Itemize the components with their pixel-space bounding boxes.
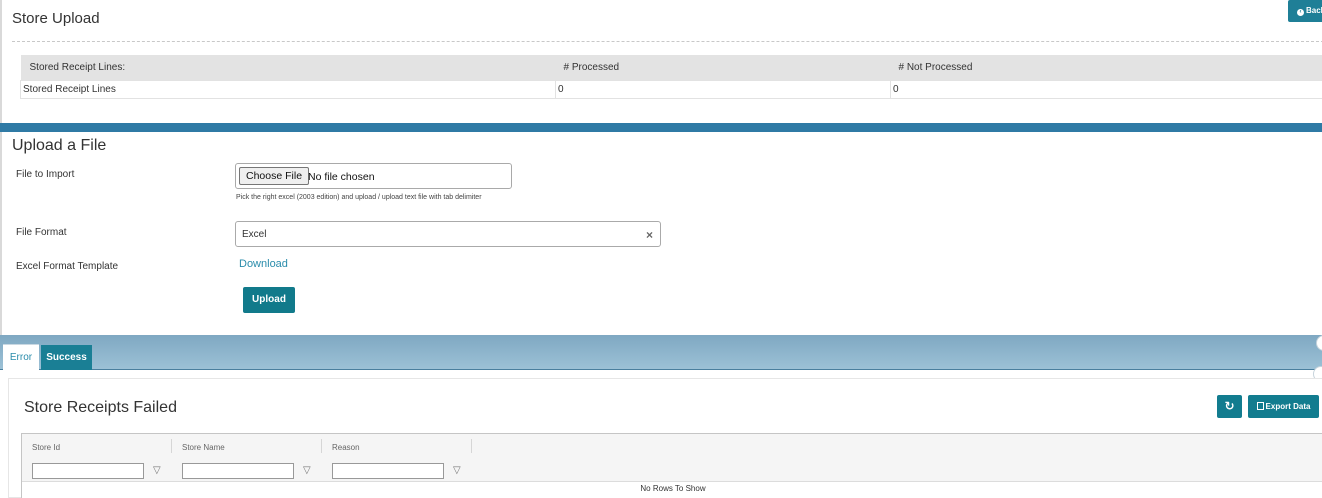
col-store-name[interactable]: Store Name <box>182 443 225 452</box>
upload-panel: Upload a File File to Import Choose File… <box>0 132 1322 335</box>
file-format-value: Excel <box>242 229 267 240</box>
file-to-import-label: File to Import <box>16 169 75 180</box>
filter-store-name[interactable] <box>182 463 294 479</box>
col-separator[interactable] <box>321 439 322 453</box>
summary-col-processed: # Processed <box>555 55 891 80</box>
tab-error[interactable]: Error <box>3 344 39 370</box>
upload-button[interactable]: Upload <box>243 287 295 313</box>
col-store-id[interactable]: Store Id <box>32 443 60 452</box>
store-upload-panel: Store Upload ‹Back Stored Receipt Lines:… <box>0 0 1322 123</box>
data-grid: Store Id Store Name Reason ▽ ▽ ▽ No Rows… <box>21 433 1322 498</box>
summary-cell-label: Stored Receipt Lines <box>20 79 556 99</box>
col-reason[interactable]: Reason <box>332 443 360 452</box>
page-title: Store Upload <box>12 10 100 27</box>
col-separator[interactable] <box>471 439 472 453</box>
no-file-text: No file chosen <box>308 171 375 183</box>
section-divider-band <box>0 123 1322 132</box>
grid-header: Store Id Store Name Reason ▽ ▽ ▽ <box>22 434 1322 482</box>
export-label: Export Data <box>1265 402 1311 411</box>
divider <box>12 41 1322 42</box>
summary-table: Stored Receipt Lines: # Processed # Not … <box>20 55 1322 99</box>
file-hint: Pick the right excel (2003 edition) and … <box>236 194 482 201</box>
filter-icon[interactable]: ▽ <box>153 465 161 476</box>
file-format-label: File Format <box>16 227 67 238</box>
col-separator[interactable] <box>171 439 172 453</box>
back-label: Back <box>1306 6 1322 15</box>
choose-file-button[interactable]: Choose File <box>239 167 310 185</box>
download-link[interactable]: Download <box>239 258 288 270</box>
tab-bar: Error Success <box>0 335 1322 370</box>
summary-cell-processed: 0 <box>555 79 891 99</box>
file-input[interactable]: Choose File No file chosen <box>235 163 512 189</box>
failed-receipts-panel: Store Receipts Failed ↻ Export Data Stor… <box>8 378 1322 498</box>
chevron-left-icon: ‹ <box>1297 9 1304 16</box>
filter-icon[interactable]: ▽ <box>303 465 311 476</box>
back-button[interactable]: ‹Back <box>1288 0 1322 22</box>
file-format-select[interactable]: Excel × <box>235 221 661 247</box>
summary-cell-not-processed: 0 <box>890 79 1322 99</box>
upload-title: Upload a File <box>12 137 107 154</box>
export-data-button[interactable]: Export Data <box>1248 395 1319 418</box>
refresh-button[interactable]: ↻ <box>1217 395 1242 418</box>
clear-icon[interactable]: × <box>646 228 653 242</box>
tab-success[interactable]: Success <box>41 345 92 370</box>
summary-col-not-processed: # Not Processed <box>890 55 1322 80</box>
file-export-icon <box>1256 402 1264 410</box>
summary-header-row: Stored Receipt Lines: # Processed # Not … <box>20 55 1322 80</box>
no-rows-message: No Rows To Show <box>640 484 706 493</box>
filter-reason[interactable] <box>332 463 444 479</box>
summary-col-stored: Stored Receipt Lines: <box>20 55 556 80</box>
template-label: Excel Format Template <box>16 261 119 272</box>
filter-icon[interactable]: ▽ <box>453 465 461 476</box>
table-row: Stored Receipt Lines 0 0 <box>20 79 1322 99</box>
refresh-icon: ↻ <box>1224 399 1235 413</box>
grid-title: Store Receipts Failed <box>24 399 177 416</box>
filter-store-id[interactable] <box>32 463 144 479</box>
